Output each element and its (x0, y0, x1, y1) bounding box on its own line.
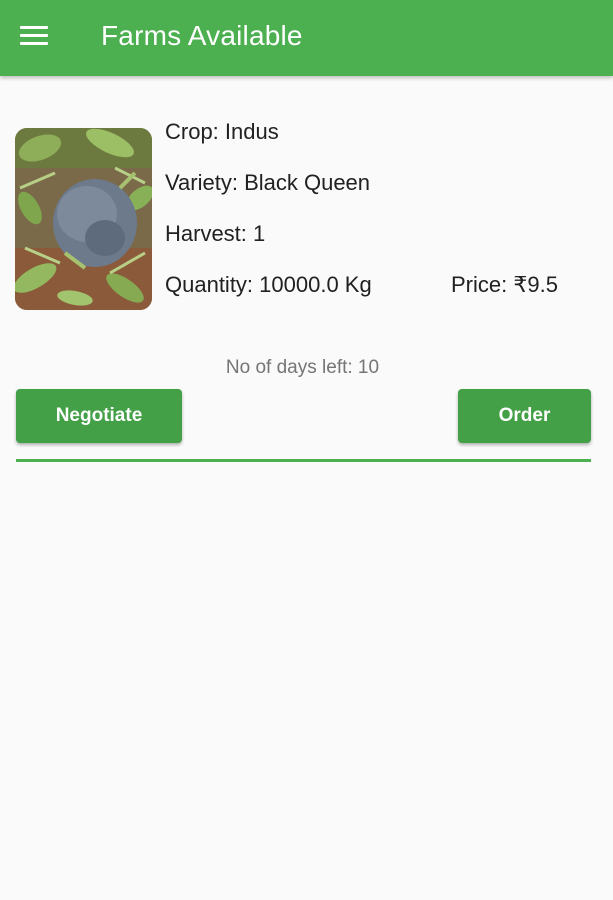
crop-price: Price: ₹9.5 (451, 272, 558, 297)
hamburger-menu-icon (20, 26, 48, 46)
crop-variety: Variety: Black Queen (165, 170, 371, 195)
crop-photo (15, 128, 152, 310)
crop-image[interactable] (15, 128, 152, 310)
harvest-number: Harvest: 1 (165, 221, 266, 246)
page-title: Farms Available (101, 20, 303, 51)
crop-name: Crop: Indus (165, 119, 279, 144)
app-bar: Farms Available (0, 0, 613, 76)
menu-button[interactable] (12, 16, 56, 56)
negotiate-button[interactable]: Negotiate (16, 389, 182, 443)
crop-quantity: Quantity: 10000.0 Kg (165, 272, 372, 297)
days-left-text: No of days left: 10 (225, 357, 380, 378)
card-divider (16, 459, 591, 462)
farm-listing-card: Crop: Indus Variety: Black Queen Harvest… (0, 76, 613, 476)
order-button[interactable]: Order (458, 389, 591, 443)
